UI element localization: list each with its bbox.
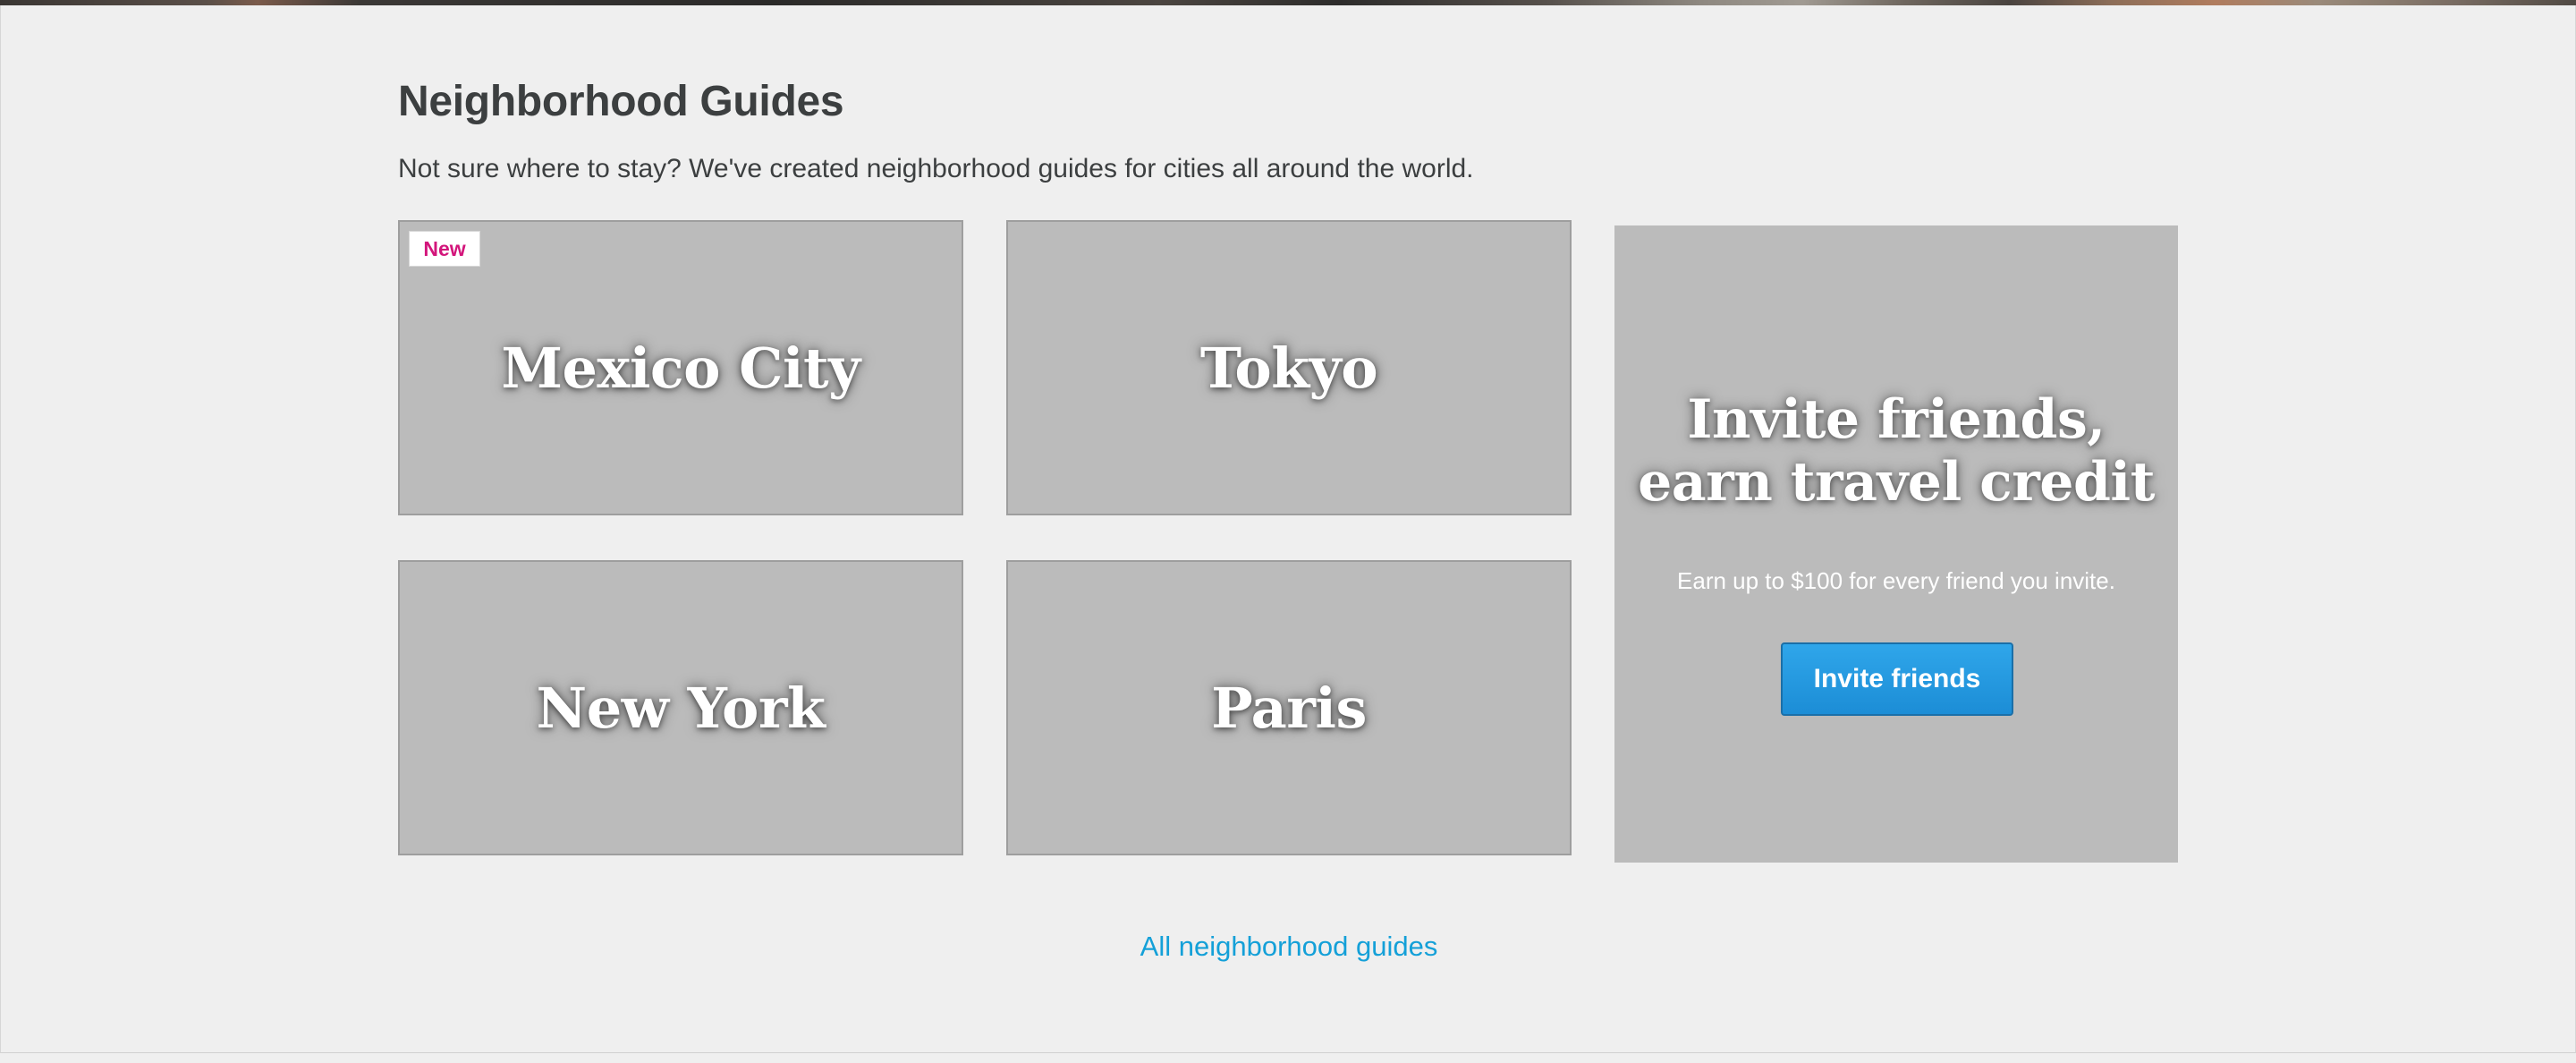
guide-card-title: Mexico City: [501, 335, 860, 401]
guide-card-title: Tokyo: [1199, 335, 1378, 401]
neighborhood-guides-section: Neighborhood Guides Not sure where to st…: [0, 5, 2576, 1053]
guide-card-mexico-city[interactable]: New Mexico City: [398, 220, 963, 515]
invite-title: Invite friends, earn travel credit: [1614, 388, 2178, 514]
new-badge: New: [409, 231, 480, 267]
invite-description: Earn up to $100 for every friend you inv…: [1677, 567, 2115, 594]
invite-friends-button[interactable]: Invite friends: [1781, 642, 2013, 716]
page-title: Neighborhood Guides: [398, 78, 844, 125]
all-neighborhood-guides-link[interactable]: All neighborhood guides: [1, 931, 2576, 963]
invite-title-line-1: Invite friends,: [1687, 388, 2106, 451]
page-subtitle: Not sure where to stay? We've created ne…: [398, 154, 1474, 183]
invite-friends-panel: Invite friends, earn travel credit Earn …: [1614, 225, 2178, 863]
guide-card-title: New York: [536, 675, 826, 741]
invite-title-line-2: earn travel credit: [1638, 451, 2155, 514]
guide-card-tokyo[interactable]: Tokyo: [1006, 220, 1572, 515]
guide-card-paris[interactable]: Paris: [1006, 560, 1572, 855]
guide-card-new-york[interactable]: New York: [398, 560, 963, 855]
guide-card-title: Paris: [1211, 675, 1367, 741]
